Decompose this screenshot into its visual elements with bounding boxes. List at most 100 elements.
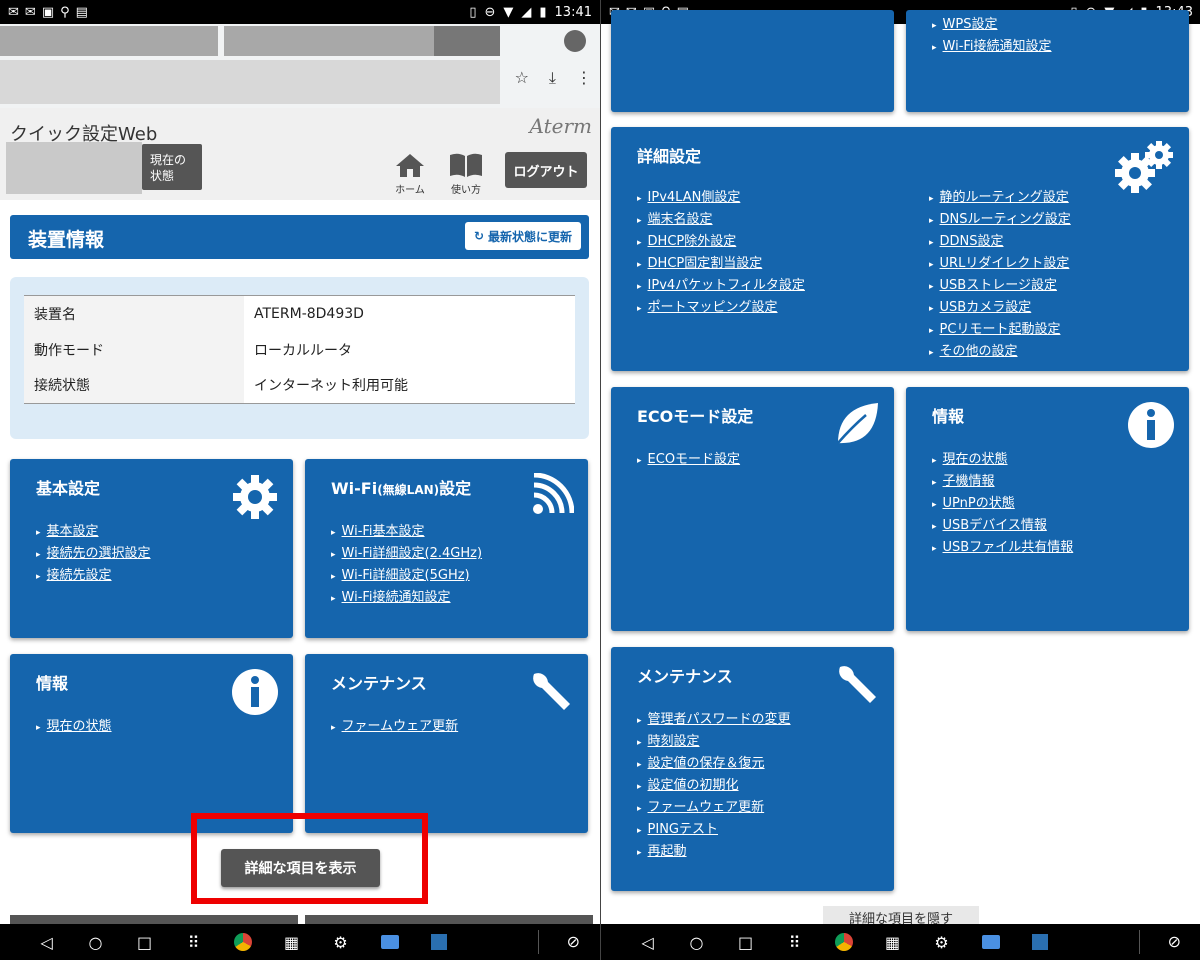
list-item[interactable]: 管理者パスワードの変更 xyxy=(637,709,791,731)
list-item[interactable]: PINGテスト xyxy=(637,819,791,841)
list-item[interactable]: UPnPの状態 xyxy=(932,493,1073,515)
card-title: メンテナンス xyxy=(637,667,733,686)
list-item[interactable]: 再起動 xyxy=(637,841,791,863)
info-card: 情報 現在の状態 xyxy=(10,654,293,833)
settings-icon[interactable]: ⚙ xyxy=(917,930,966,954)
device-info-header: 装置情報 ↻ 最新状態に更新 xyxy=(10,215,589,259)
files-icon[interactable] xyxy=(966,930,1015,954)
list-item[interactable]: 端末名設定 xyxy=(637,209,805,231)
table-row: 装置名 ATERM-8D493D xyxy=(24,295,575,332)
list-item[interactable]: 設定値の初期化 xyxy=(637,775,791,797)
address-bar[interactable] xyxy=(0,60,500,104)
blurred-tab[interactable] xyxy=(224,26,434,56)
site-header: クイック設定Web Aterm 現在の状態 ホーム 使い方 ログアウト xyxy=(0,108,600,200)
table-row: 接続状態 インターネット利用可能 xyxy=(24,367,575,404)
current-status-button[interactable]: 現在の状態 xyxy=(142,144,202,190)
aterm-logo: Aterm xyxy=(529,114,593,138)
book-icon xyxy=(450,153,482,177)
list-item[interactable]: Wi-Fi詳細設定(5GHz) xyxy=(331,565,482,587)
bike-icon: ⚲ xyxy=(60,4,70,20)
list-item[interactable]: DDNS設定 xyxy=(929,231,1071,253)
list-item[interactable]: DNSルーティング設定 xyxy=(929,209,1071,231)
gallery-icon: ▤ xyxy=(75,4,88,20)
leaf-icon xyxy=(837,403,878,444)
list-item[interactable]: Wi-Fi接続通知設定 xyxy=(932,36,1052,58)
card-title: 詳細設定 xyxy=(637,147,702,166)
star-icon[interactable]: ☆ xyxy=(515,68,529,88)
chrome-icon[interactable] xyxy=(218,930,267,954)
list-item[interactable]: DHCP固定割当設定 xyxy=(637,253,805,275)
incognito-icon[interactable] xyxy=(564,30,586,52)
list-item[interactable]: 接続先設定 xyxy=(36,565,151,587)
list-item[interactable]: PCリモート起動設定 xyxy=(929,319,1071,341)
apps-grid-icon[interactable]: ⠿ xyxy=(169,930,218,954)
back-icon[interactable]: ◁ xyxy=(22,930,71,954)
app-icon[interactable]: ▦ xyxy=(868,930,917,954)
list-item[interactable]: 基本設定 xyxy=(36,521,151,543)
card-partial xyxy=(611,10,894,112)
list-item[interactable]: 子機情報 xyxy=(932,471,1073,493)
blurred-region xyxy=(434,26,500,56)
list-item[interactable]: Wi-Fi基本設定 xyxy=(331,521,482,543)
table-row: 動作モード ローカルルータ xyxy=(24,331,575,368)
list-item[interactable]: IPv4パケットフィルタ設定 xyxy=(637,275,805,297)
advanced-settings-card: 詳細設定 IPv4LAN側設定 端末名設定 DHCP除外設定 DHCP固定割当設… xyxy=(611,127,1189,371)
list-item[interactable]: USBファイル共有情報 xyxy=(932,537,1074,559)
recents-icon[interactable]: □ xyxy=(120,930,169,954)
list-item[interactable]: ECOモード設定 xyxy=(637,449,741,471)
hide-details-button[interactable]: 詳細な項目を隠す xyxy=(823,906,979,926)
list-item[interactable]: Wi-Fi詳細設定(2.4GHz) xyxy=(331,543,483,565)
menu-icon[interactable]: ⋮ xyxy=(576,68,592,88)
list-item[interactable]: ファームウェア更新 xyxy=(637,797,791,819)
list-item[interactable]: DHCP除外設定 xyxy=(637,231,805,253)
home-nav-icon[interactable]: ○ xyxy=(71,930,120,954)
download-icon[interactable]: ⤓ xyxy=(549,68,556,88)
list-item[interactable]: Wi-Fi接続通知設定 xyxy=(331,587,482,609)
list-item[interactable]: その他の設定 xyxy=(929,341,1071,363)
card-title: ECOモード設定 xyxy=(637,407,754,426)
list-item[interactable]: ファームウェア更新 xyxy=(331,716,459,738)
back-icon[interactable]: ◁ xyxy=(623,930,672,954)
app-icon[interactable] xyxy=(414,930,463,954)
home-button[interactable]: ホーム xyxy=(392,152,428,196)
wifi-settings-card-partial: WPS設定 Wi-Fi接続通知設定 xyxy=(906,10,1189,112)
list-item[interactable]: 現在の状態 xyxy=(36,716,112,738)
app-icon[interactable]: ▦ xyxy=(267,930,316,954)
left-screenshot: ✉ ✉ ▣ ⚲ ▤ ▯ ⊖ ▼ ◢ ▮ 13:41 ☆ ⤓ ⋮ クイック設定We… xyxy=(0,0,600,960)
list-item[interactable]: ポートマッピング設定 xyxy=(637,297,805,319)
gear-icon xyxy=(233,475,277,519)
home-nav-icon[interactable]: ○ xyxy=(672,930,721,954)
app-icon[interactable]: ⊘ xyxy=(567,932,580,951)
blurred-tab[interactable] xyxy=(0,26,218,56)
apps-grid-icon[interactable]: ⠿ xyxy=(770,930,819,954)
list-item[interactable]: 設定値の保存＆復元 xyxy=(637,753,791,775)
browser-toolbar: ☆ ⤓ ⋮ xyxy=(0,24,600,108)
files-icon[interactable] xyxy=(365,930,414,954)
section-title: 装置情報 xyxy=(28,229,105,251)
list-item[interactable]: USBカメラ設定 xyxy=(929,297,1071,319)
recents-icon[interactable]: □ xyxy=(721,930,770,954)
list-item[interactable]: IPv4LAN側設定 xyxy=(637,187,805,209)
status-bar: ✉ ✉ ▣ ⚲ ▤ ▯ ⊖ ▼ ◢ ▮ 13:41 xyxy=(0,0,600,24)
app-icon[interactable] xyxy=(1015,930,1064,954)
list-item[interactable]: 時刻設定 xyxy=(637,731,791,753)
wifi-settings-card: Wi-Fi(無線LAN)設定 Wi-Fi基本設定 Wi-Fi詳細設定(2.4GH… xyxy=(305,459,588,638)
info-card: 情報 現在の状態 子機情報 UPnPの状態 USBデバイス情報 USBファイル共… xyxy=(906,387,1189,631)
list-item[interactable]: USBデバイス情報 xyxy=(932,515,1073,537)
guide-button[interactable]: 使い方 xyxy=(446,152,486,196)
list-item[interactable]: WPS設定 xyxy=(932,14,1052,36)
show-details-button[interactable]: 詳細な項目を表示 xyxy=(221,849,380,887)
chrome-icon[interactable] xyxy=(819,930,868,954)
list-item[interactable]: 接続先の選択設定 xyxy=(36,543,151,565)
app-icon[interactable]: ⊘ xyxy=(1168,932,1181,951)
notification-icons: ✉ ✉ ▣ ⚲ ▤ xyxy=(8,5,88,20)
refresh-button[interactable]: ↻ 最新状態に更新 xyxy=(465,222,581,250)
card-title: 基本設定 xyxy=(36,479,101,498)
logout-button[interactable]: ログアウト xyxy=(505,152,587,188)
list-item[interactable]: 静的ルーティング設定 xyxy=(929,187,1071,209)
settings-icon[interactable]: ⚙ xyxy=(316,930,365,954)
list-item[interactable]: URLリダイレクト設定 xyxy=(929,253,1071,275)
maintenance-card: メンテナンス ファームウェア更新 xyxy=(305,654,588,833)
list-item[interactable]: USBストレージ設定 xyxy=(929,275,1071,297)
list-item[interactable]: 現在の状態 xyxy=(932,449,1073,471)
